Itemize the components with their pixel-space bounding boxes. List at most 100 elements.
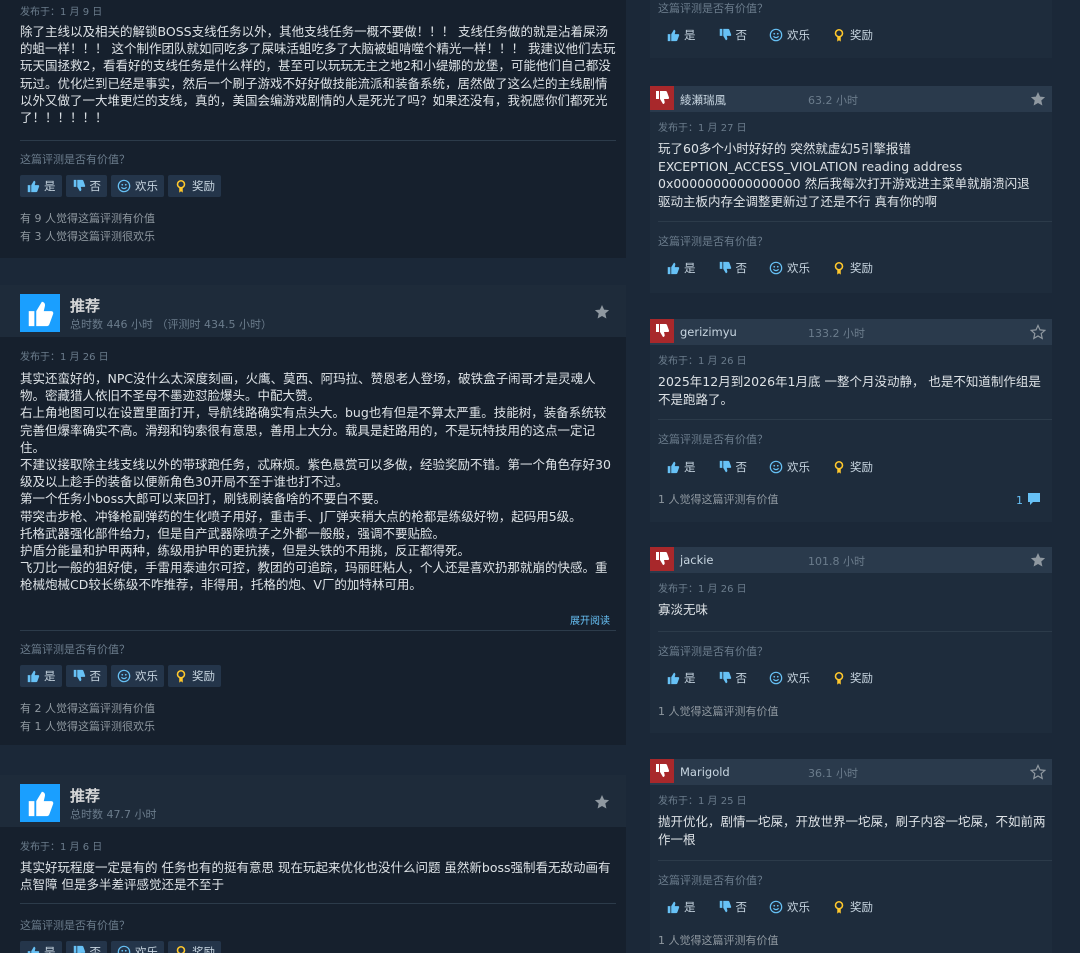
reviewer-name[interactable]: gerizimyu	[680, 325, 737, 339]
award-button[interactable]: 奖励	[824, 456, 881, 478]
vote-no-label: 否	[735, 460, 748, 474]
review-posted-date: 发布于：1 月 26 日	[20, 352, 109, 363]
smiley-icon	[769, 28, 783, 42]
review-body: 玩了60多个小时好好的 突然就虚幻5引擎报错 EXCEPTION_ACCESS_…	[658, 141, 1030, 209]
thumbs-down-icon[interactable]	[650, 759, 674, 783]
vote-funny-button[interactable]: 欢乐	[111, 175, 164, 197]
thumbs-up-icon[interactable]	[20, 784, 60, 822]
vote-yes-label: 是	[684, 900, 696, 914]
vote-no-button[interactable]: 否	[65, 665, 107, 687]
award-button[interactable]: 奖励	[168, 175, 221, 197]
star-icon[interactable]	[1030, 91, 1046, 107]
thumbs-up-icon	[26, 945, 40, 953]
vote-funny-label: 欢乐	[787, 460, 810, 474]
comment-count[interactable]: 1	[1016, 491, 1042, 510]
thumbs-up-icon[interactable]	[20, 294, 60, 332]
review-card-1: 发布于：1 月 9 日 除了主线以及相关的解锁BOSS支线任务以外，其他支线任务…	[0, 0, 626, 258]
vote-funny-button[interactable]: 欢乐	[111, 665, 164, 687]
vote-yes-button[interactable]: 是	[658, 24, 704, 46]
review-header: jackie 101.8 小时	[650, 547, 1052, 573]
helpful-count: 1 人觉得这篇评测有价值	[658, 934, 779, 947]
vote-yes-button[interactable]: 是	[658, 456, 704, 478]
helpful-question: 这篇评测是否有价值？	[658, 2, 768, 15]
vote-buttons: 是 否 欢乐 奖励	[20, 941, 221, 953]
vote-no-label: 否	[735, 671, 748, 685]
vote-no-button[interactable]: 否	[710, 456, 756, 478]
smiley-icon	[769, 900, 783, 914]
thumbs-down-icon	[718, 900, 732, 914]
vote-no-button[interactable]: 否	[710, 24, 756, 46]
divider	[20, 140, 616, 141]
review-paragraph: 托格武器强化部件给力，但是自产武器除喷子之外都一般般，强调不要贴脸。	[20, 525, 446, 541]
helpful-question: 这篇评测是否有价值？	[658, 235, 768, 248]
vote-yes-button[interactable]: 是	[658, 257, 704, 279]
vote-yes-button[interactable]: 是	[658, 896, 704, 918]
vote-funny-button[interactable]: 欢乐	[761, 456, 818, 478]
award-button[interactable]: 奖励	[824, 24, 881, 46]
award-label: 奖励	[850, 28, 873, 42]
award-label: 奖励	[850, 900, 873, 914]
vote-yes-button[interactable]: 是	[20, 175, 62, 197]
vote-funny-button[interactable]: 欢乐	[761, 257, 818, 279]
star-icon[interactable]	[594, 794, 610, 810]
vote-funny-button[interactable]: 欢乐	[761, 896, 818, 918]
award-button[interactable]: 奖励	[824, 257, 881, 279]
right-review-column: 这篇评测是否有价值？ 是 否 欢乐 奖励 綾瀬瑞風 63.2 小时 发布于：1 …	[650, 0, 1052, 953]
award-label: 奖励	[850, 261, 873, 275]
smiley-icon	[769, 671, 783, 685]
review-paragraph: 带突击步枪、冲锋枪副弹药的生化喷子用好，重击手、J厂弹夹稍大点的枪都是练级好物，…	[20, 508, 582, 524]
vote-buttons: 是 否 欢乐 奖励	[658, 24, 881, 46]
vote-funny-button[interactable]: 欢乐	[111, 941, 164, 953]
thumbs-down-icon	[72, 945, 86, 953]
star-outline-icon[interactable]	[1029, 324, 1047, 340]
vote-no-button[interactable]: 否	[710, 667, 756, 689]
vote-no-button[interactable]: 否	[710, 257, 756, 279]
left-review-column: 发布于：1 月 9 日 除了主线以及相关的解锁BOSS支线任务以外，其他支线任务…	[0, 0, 626, 953]
star-icon[interactable]	[1030, 552, 1046, 568]
reviewer-name[interactable]: Marigold	[680, 765, 730, 779]
star-outline-icon[interactable]	[1029, 764, 1047, 780]
vote-funny-button[interactable]: 欢乐	[761, 667, 818, 689]
award-label: 奖励	[850, 671, 873, 685]
vote-yes-button[interactable]: 是	[20, 665, 62, 687]
vote-yes-label: 是	[684, 460, 696, 474]
review-body: 其实还蛮好的，NPC没什么太深度刻画，火鹰、莫西、阿玛拉、赞恩老人登场，破铁盒子…	[20, 370, 616, 593]
thumbs-down-icon[interactable]	[650, 86, 674, 110]
review-posted-date: 发布于：1 月 27 日	[658, 123, 747, 134]
review-body: 2025年12月到2026年1月底 一整个月没动静， 也是不知道制作组是不是跑路…	[658, 374, 1041, 407]
vote-no-button[interactable]: 否	[710, 896, 756, 918]
funny-count: 有 3 人觉得这篇评测很欢乐	[20, 230, 155, 243]
divider	[20, 903, 616, 904]
read-more-link[interactable]: 展开阅读	[570, 612, 610, 627]
reviewer-name[interactable]: jackie	[680, 553, 714, 567]
smiley-icon	[769, 460, 783, 474]
review-recommendation[interactable]: 推荐	[70, 785, 100, 806]
award-ribbon-icon	[832, 28, 846, 42]
award-button[interactable]: 奖励	[168, 665, 221, 687]
award-button[interactable]: 奖励	[824, 896, 881, 918]
star-icon[interactable]	[594, 304, 610, 320]
vote-no-button[interactable]: 否	[65, 941, 107, 953]
vote-no-button[interactable]: 否	[65, 175, 107, 197]
vote-yes-button[interactable]: 是	[658, 667, 704, 689]
thumbs-down-icon[interactable]	[650, 547, 674, 571]
comment-count-value: 1	[1016, 494, 1023, 507]
review-recommendation[interactable]: 推荐	[70, 295, 100, 316]
award-button[interactable]: 奖励	[824, 667, 881, 689]
vote-buttons: 是 否 欢乐 奖励	[658, 456, 881, 478]
thumbs-down-icon[interactable]	[650, 319, 674, 343]
vote-buttons: 是 否 欢乐 奖励	[20, 665, 221, 687]
smiley-icon	[117, 945, 131, 953]
review-playtime: 总时数 446 小时 （评测时 434.5 小时）	[70, 318, 272, 331]
vote-buttons: 是 否 欢乐 奖励	[658, 257, 881, 279]
vote-yes-button[interactable]: 是	[20, 941, 62, 953]
vote-funny-button[interactable]: 欢乐	[761, 24, 818, 46]
award-ribbon-icon	[832, 261, 846, 275]
award-button[interactable]: 奖励	[168, 941, 221, 953]
review-card-3: 推荐 总时数 47.7 小时 发布于：1 月 6 日 其实好玩程度一定是有的 任…	[0, 775, 626, 953]
smiley-icon	[769, 261, 783, 275]
vote-no-label: 否	[89, 669, 102, 683]
review-card-2: 推荐 总时数 446 小时 （评测时 434.5 小时） 发布于：1 月 26 …	[0, 285, 626, 745]
vote-funny-label: 欢乐	[135, 669, 158, 683]
reviewer-name[interactable]: 綾瀬瑞風	[680, 92, 726, 108]
